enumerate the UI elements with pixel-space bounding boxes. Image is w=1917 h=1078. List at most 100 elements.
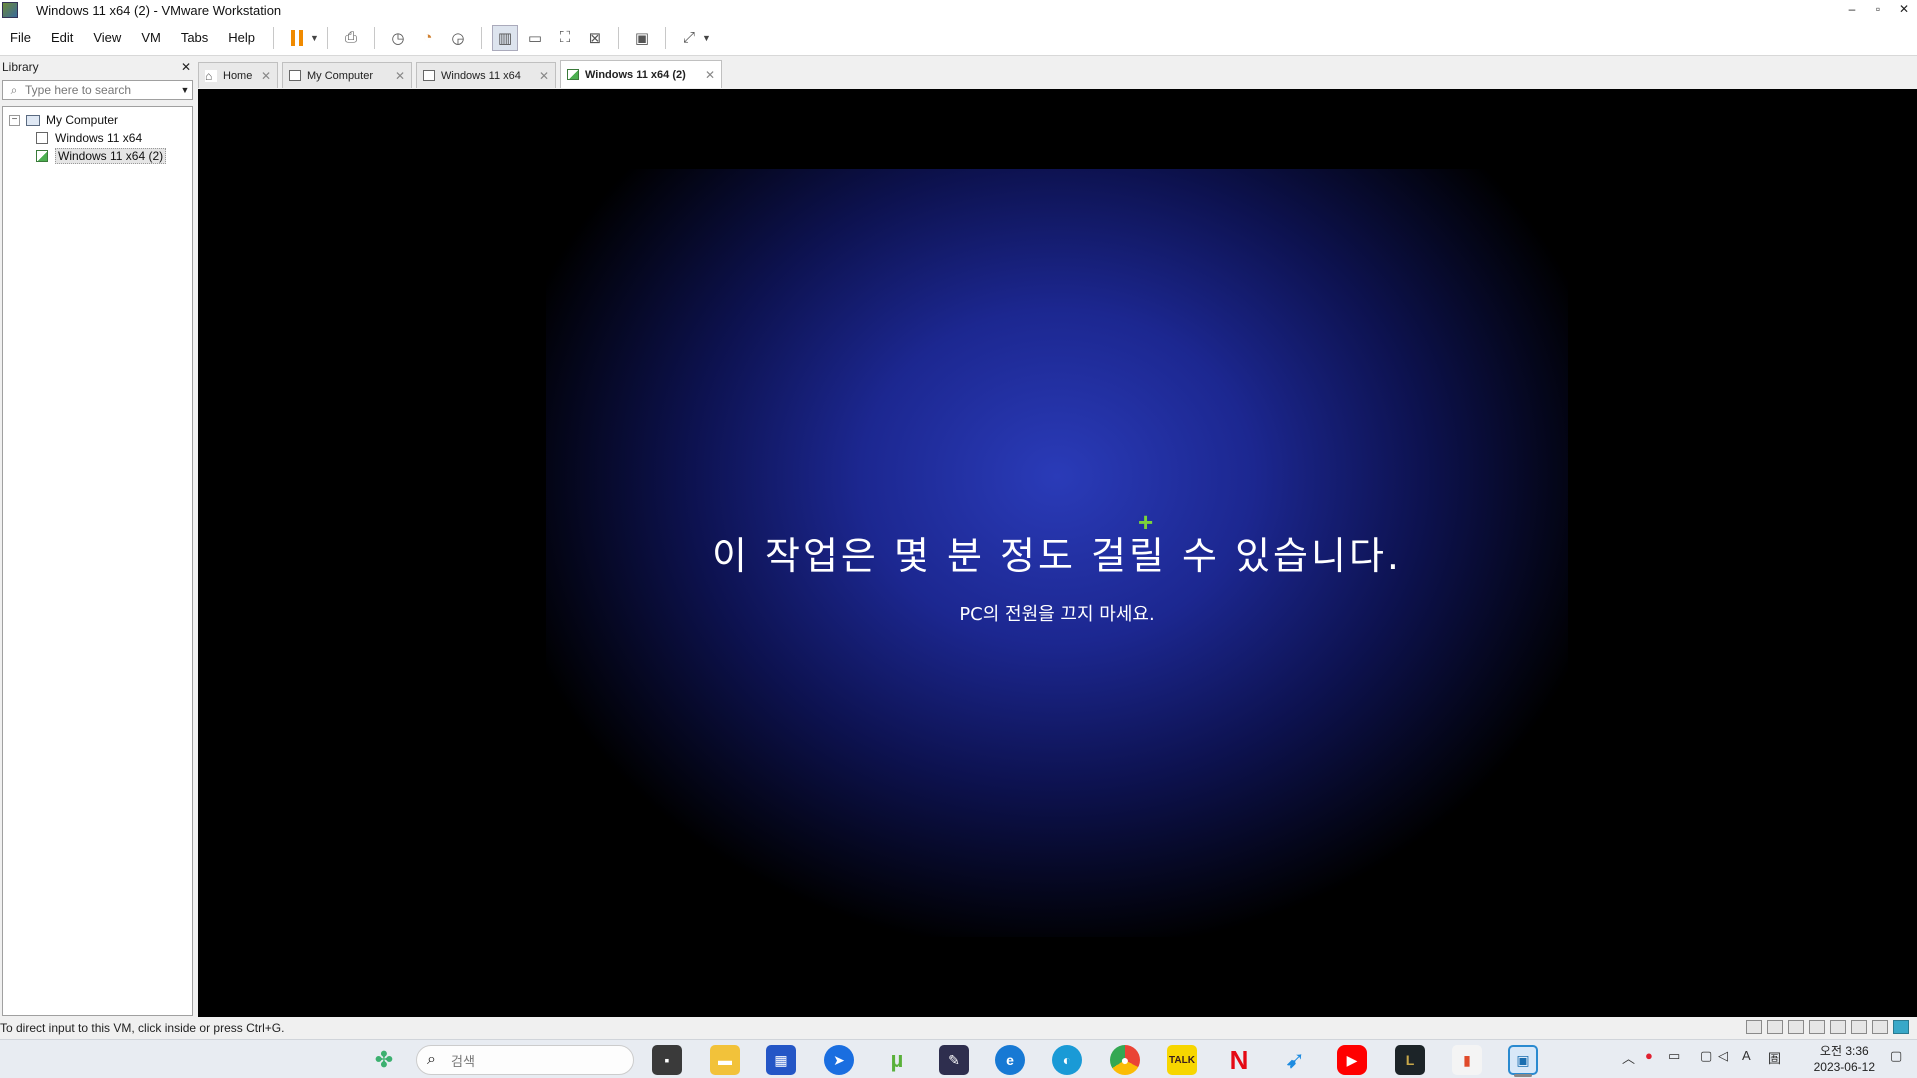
- library-title: Library: [2, 60, 39, 74]
- store-icon[interactable]: ▦: [766, 1045, 796, 1075]
- vm-console[interactable]: 이 작업은 몇 분 정도 걸릴 수 있습니다. PC의 전원을 끄지 마세요. …: [198, 89, 1917, 1017]
- menu-toolbar: File Edit View VM Tabs Help ▼ ⎙ ◷ ◔ ◶ ▥ …: [0, 20, 1917, 56]
- close-tab-icon[interactable]: ✕: [539, 69, 549, 83]
- display-icon[interactable]: [1872, 1020, 1888, 1034]
- snapshot-icon[interactable]: ◷: [385, 25, 411, 51]
- vm-icon: [36, 132, 48, 144]
- tab-home[interactable]: ⌂ Home ✕: [198, 62, 278, 88]
- toolbar-divider: [326, 26, 328, 49]
- taskbar-search-input[interactable]: 검색: [451, 1051, 475, 1070]
- guest-status-text: 이 작업은 몇 분 정도 걸릴 수 있습니다.: [711, 534, 1403, 578]
- printer-icon[interactable]: [1830, 1020, 1846, 1034]
- ime-mode[interactable]: A: [1742, 1048, 1751, 1063]
- menu-edit[interactable]: Edit: [41, 30, 83, 45]
- taskbar-clock[interactable]: 오전 3:36 2023-06-12: [1814, 1043, 1875, 1075]
- kakaotalk-icon[interactable]: TALK: [1167, 1045, 1197, 1075]
- unity-icon[interactable]: ⊠: [582, 25, 608, 51]
- tab-windows-11-x64[interactable]: Windows 11 x64 ✕: [416, 62, 556, 88]
- full-screen-icon[interactable]: ⛶: [552, 25, 578, 51]
- vm-running-icon: [36, 150, 48, 162]
- notification-icon[interactable]: ▢: [1890, 1048, 1902, 1064]
- send-ctrl-alt-del-button[interactable]: ⎙: [338, 25, 364, 51]
- toolbar-divider: [480, 26, 482, 49]
- tree-item-vm[interactable]: Windows 11 x64: [3, 129, 192, 147]
- window-titlebar: Windows 11 x64 (2) - VMware Workstation …: [0, 0, 1917, 20]
- menu-file[interactable]: File: [0, 30, 41, 45]
- minimize-button[interactable]: –: [1839, 0, 1865, 20]
- cd-dvd-icon[interactable]: [1767, 1020, 1783, 1034]
- menu-tabs[interactable]: Tabs: [171, 30, 218, 45]
- file-explorer-icon[interactable]: ▬: [710, 1045, 740, 1075]
- window-title: Windows 11 x64 (2) - VMware Workstation: [36, 2, 282, 18]
- arrow-app-icon[interactable]: ➤: [824, 1045, 854, 1075]
- library-search-box[interactable]: ⌕ Type here to search ▼: [2, 80, 193, 100]
- chrome-icon[interactable]: ●: [1110, 1045, 1140, 1075]
- pause-dropdown-icon[interactable]: ▼: [310, 33, 319, 43]
- tray-display-icon[interactable]: ▢: [1700, 1048, 1712, 1064]
- network-adapter-icon[interactable]: [1788, 1020, 1804, 1034]
- library-search-input[interactable]: Type here to search: [25, 83, 131, 97]
- close-tab-icon[interactable]: ✕: [705, 68, 715, 82]
- stretch-dropdown-icon[interactable]: ▼: [702, 33, 711, 43]
- computer-icon: [289, 70, 301, 81]
- revert-snapshot-icon[interactable]: ◔: [415, 25, 441, 51]
- tray-app-icon[interactable]: ●: [1645, 1048, 1653, 1063]
- thumbnail-bar-icon[interactable]: ▭: [522, 25, 548, 51]
- maximize-button[interactable]: ▫: [1865, 0, 1891, 20]
- snapshot-manager-icon[interactable]: ◶: [445, 25, 471, 51]
- search-icon: ⌕: [427, 1051, 436, 1068]
- search-dropdown-icon[interactable]: ▼: [178, 85, 192, 95]
- tree-item-vm-selected[interactable]: Windows 11 x64 (2): [3, 147, 192, 165]
- guest-screen[interactable]: 이 작업은 몇 분 정도 걸릴 수 있습니다. PC의 전원을 끄지 마세요. …: [546, 169, 1568, 937]
- vmware-taskbar-icon[interactable]: ▣: [1508, 1045, 1538, 1075]
- status-hint: To direct input to this VM, click inside…: [0, 1021, 285, 1035]
- task-view-icon[interactable]: ▪: [652, 1045, 682, 1075]
- steam-icon[interactable]: ◐: [1052, 1045, 1082, 1075]
- tray-overflow-icon[interactable]: ︿: [1622, 1048, 1635, 1067]
- bird-app-icon[interactable]: ➹: [1280, 1045, 1310, 1075]
- hard-disk-icon[interactable]: [1746, 1020, 1762, 1034]
- toolbar-divider: [664, 26, 666, 49]
- widgets-icon[interactable]: ✤: [369, 1045, 399, 1075]
- ime-hangul-icon[interactable]: 圄: [1768, 1048, 1781, 1067]
- tab-label: Home: [223, 69, 253, 82]
- collapse-icon[interactable]: −: [9, 114, 20, 126]
- library-close-icon[interactable]: ✕: [181, 60, 191, 74]
- close-tab-icon[interactable]: ✕: [395, 69, 405, 83]
- league-of-legends-icon[interactable]: L: [1395, 1045, 1425, 1075]
- console-view-icon[interactable]: ▣: [629, 25, 655, 51]
- pause-icon: [291, 29, 304, 46]
- host-taskbar: ✤ ⌕ 검색 ▪ ▬ ▦ ➤ µ ✎ e ◐ ● TALK N ➹ ▶ L ▮ …: [0, 1039, 1917, 1078]
- tab-windows-11-x64-2[interactable]: Windows 11 x64 (2) ✕: [560, 60, 722, 88]
- menu-vm[interactable]: VM: [131, 30, 171, 45]
- menu-view[interactable]: View: [83, 30, 131, 45]
- message-log-icon[interactable]: [1893, 1020, 1909, 1034]
- hwp-icon[interactable]: ✎: [939, 1045, 969, 1075]
- status-bar: To direct input to this VM, click inside…: [0, 1017, 1917, 1039]
- tab-strip: ⌂ Home ✕ My Computer ✕ Windows 11 x64 ✕ …: [198, 60, 1917, 88]
- show-library-icon[interactable]: ▥: [491, 24, 518, 51]
- taskbar-search-box[interactable]: ⌕ 검색: [416, 1045, 634, 1075]
- volume-icon[interactable]: ◁: [1718, 1048, 1728, 1064]
- sound-card-icon[interactable]: [1851, 1020, 1867, 1034]
- mouse-cursor-icon: +: [1138, 507, 1154, 537]
- device-icons: [1741, 1020, 1909, 1034]
- vm-icon: [423, 70, 435, 81]
- pause-button[interactable]: [284, 25, 310, 51]
- edge-icon[interactable]: e: [995, 1045, 1025, 1075]
- vmware-app-icon: [2, 2, 18, 18]
- tab-my-computer[interactable]: My Computer ✕: [282, 62, 412, 88]
- menu-help[interactable]: Help: [218, 30, 265, 45]
- close-tab-icon[interactable]: ✕: [261, 69, 271, 83]
- youtube-icon[interactable]: ▶: [1337, 1045, 1367, 1075]
- toolbar-divider: [617, 26, 619, 49]
- office-app-icon[interactable]: ▮: [1452, 1045, 1482, 1075]
- utorrent-icon[interactable]: µ: [882, 1045, 912, 1075]
- usb-icon[interactable]: [1809, 1020, 1825, 1034]
- tree-item-my-computer[interactable]: − My Computer: [3, 111, 192, 129]
- netflix-icon[interactable]: N: [1224, 1045, 1254, 1075]
- close-button[interactable]: ✕: [1891, 0, 1917, 20]
- tab-label: My Computer: [307, 69, 374, 82]
- stretch-guest-icon[interactable]: ⤢: [676, 25, 702, 51]
- tray-network-icon[interactable]: ▭: [1668, 1048, 1680, 1064]
